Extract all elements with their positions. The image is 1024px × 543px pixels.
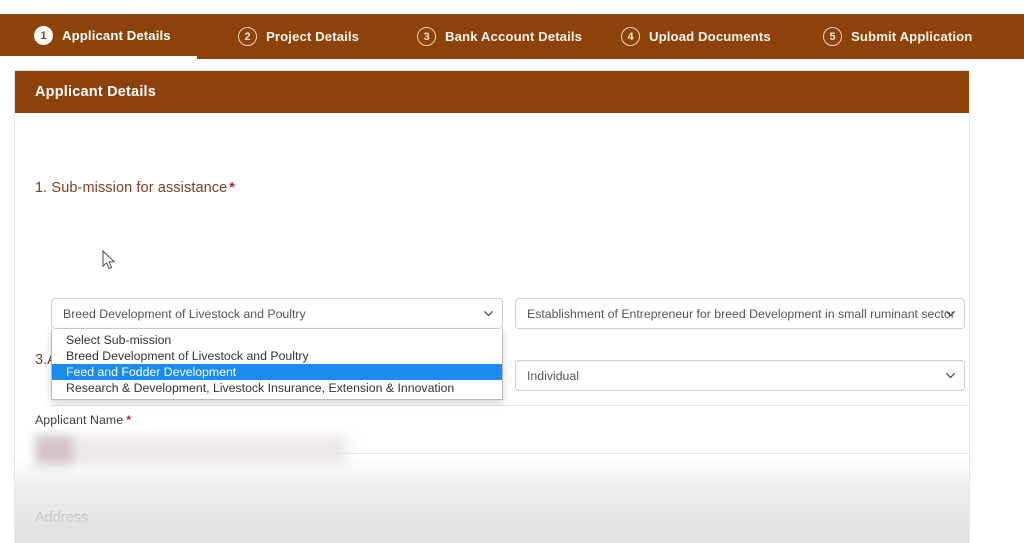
- required-marker: *: [126, 413, 132, 427]
- step-label-submit-application: Submit Application: [851, 29, 973, 44]
- application-form-screen: 1 Applicant Details 2 Project Details 3 …: [0, 0, 1024, 543]
- chevron-down-icon: [946, 372, 955, 379]
- page-bottom-fade: [15, 457, 969, 543]
- sub-mission-select[interactable]: Breed Development of Livestock and Poult…: [51, 298, 503, 329]
- applicant-name-label: Applicant Name *: [35, 413, 131, 427]
- question-1-text: 1. Sub-mission for assistance: [35, 180, 228, 196]
- card-body: 1. Sub-mission for assistance * Breed Dev…: [15, 113, 969, 543]
- stepper-nav: 1 Applicant Details 2 Project Details 3 …: [0, 14, 1024, 59]
- chevron-down-icon: [484, 310, 493, 317]
- step-tab-project-details[interactable]: 2 Project Details: [238, 14, 359, 59]
- step-label-bank-account-details: Bank Account Details: [445, 29, 583, 44]
- section-title-address: Address: [35, 510, 89, 526]
- step-number-5: 5: [823, 27, 842, 46]
- step-tab-applicant-details[interactable]: 1 Applicant Details: [0, 14, 197, 59]
- card-title: Applicant Details: [35, 84, 157, 100]
- applicant-details-card: Applicant Details 1. Sub-mission for ass…: [14, 70, 970, 543]
- card-header: Applicant Details: [15, 71, 969, 113]
- step-number-1: 1: [34, 25, 53, 45]
- question-1-label: 1. Sub-mission for assistance *: [35, 180, 235, 196]
- required-marker: *: [229, 180, 236, 196]
- step-number-4: 4: [621, 27, 640, 46]
- applicant-type-select[interactable]: Individual: [515, 360, 965, 391]
- step-tab-bank-account-details[interactable]: 3 Bank Account Details: [417, 14, 582, 59]
- component-select-value: Establishment of Entrepreneur for breed …: [527, 306, 955, 321]
- dropdown-option-research-and-development[interactable]: Research & Development, Livestock Insura…: [52, 380, 502, 396]
- applicant-type-select-value: Individual: [527, 368, 579, 383]
- sub-mission-select-value: Breed Development of Livestock and Poult…: [63, 306, 306, 321]
- step-label-project-details: Project Details: [266, 29, 360, 44]
- dropdown-option-select-sub-mission[interactable]: Select Sub-mission: [52, 332, 502, 348]
- page-right-margin: [970, 59, 1024, 543]
- section-divider-1: [50, 405, 969, 406]
- page-left-margin: [0, 59, 14, 543]
- step-tab-upload-documents[interactable]: 4 Upload Documents: [621, 14, 771, 59]
- step-label-applicant-details: Applicant Details: [62, 27, 171, 43]
- applicant-name-label-text: Applicant Name: [35, 413, 124, 427]
- step-number-3: 3: [417, 27, 436, 46]
- component-select[interactable]: Establishment of Entrepreneur for breed …: [515, 298, 965, 329]
- sub-mission-dropdown-list[interactable]: Select Sub-mission Breed Development of …: [51, 329, 503, 400]
- dropdown-option-breed-development[interactable]: Breed Development of Livestock and Poult…: [52, 348, 502, 364]
- step-tab-submit-application[interactable]: 5 Submit Application: [823, 14, 972, 59]
- applicant-name-input[interactable]: [35, 435, 345, 465]
- step-label-upload-documents: Upload Documents: [649, 29, 771, 44]
- step-number-2: 2: [238, 27, 257, 46]
- dropdown-option-feed-and-fodder[interactable]: Feed and Fodder Development: [52, 364, 502, 380]
